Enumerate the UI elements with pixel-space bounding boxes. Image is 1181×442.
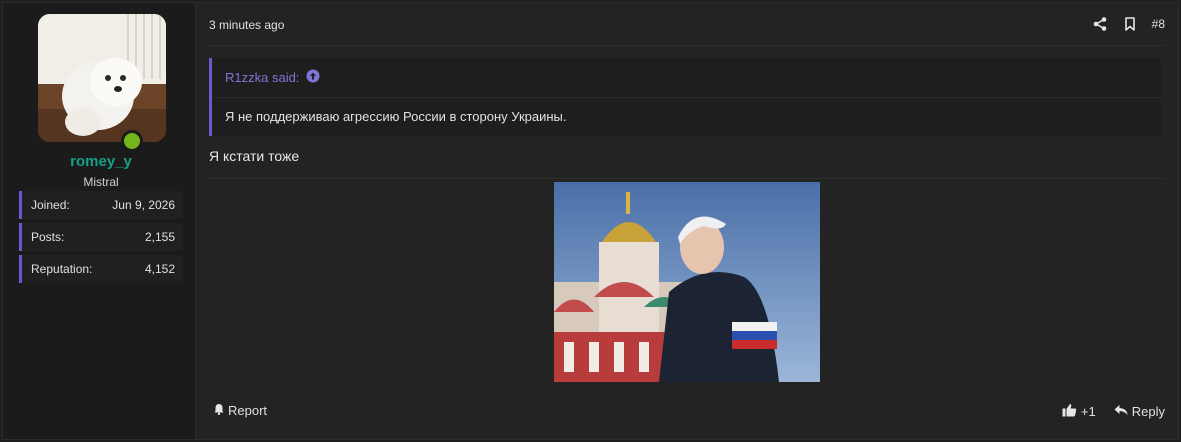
- quote-author-link[interactable]: R1zzka said:: [225, 70, 299, 85]
- stat-label: Reputation:: [31, 262, 93, 276]
- like-button[interactable]: +1: [1062, 403, 1096, 420]
- reply-icon: [1114, 404, 1128, 419]
- forum-post: romey_y Mistral Joined: Jun 9, 2026 Post…: [2, 2, 1179, 440]
- post-date-link[interactable]: 3 minutes ago: [209, 18, 284, 32]
- stat-posts: Posts: 2,155: [19, 223, 183, 251]
- bookmark-icon[interactable]: [1122, 16, 1138, 32]
- username-link[interactable]: romey_y: [3, 153, 199, 170]
- report-label: Report: [228, 403, 268, 418]
- stat-value: Jun 9, 2026: [112, 198, 175, 212]
- stat-value: 2,155: [144, 230, 175, 244]
- user-info-panel: romey_y Mistral Joined: Jun 9, 2026 Post…: [3, 3, 196, 439]
- stat-value: 4,152: [144, 262, 175, 276]
- header-divider: [207, 45, 1165, 46]
- quote-text: Я не поддерживаю агрессию России в сторо…: [225, 109, 567, 124]
- avatar[interactable]: [38, 14, 166, 142]
- post-number-link[interactable]: #8: [1152, 17, 1165, 31]
- quote-block: R1zzka said: Я не поддерживаю агрессию Р…: [209, 58, 1161, 136]
- bell-icon: [213, 403, 225, 418]
- post-footer-actions: +1 Reply: [1062, 403, 1165, 420]
- reply-label: Reply: [1131, 404, 1165, 419]
- stat-label: Posts:: [31, 230, 65, 244]
- arrow-up-circle-icon[interactable]: [306, 69, 320, 86]
- message-text: Я кстати тоже: [209, 148, 300, 164]
- stat-label: Joined:: [31, 198, 70, 212]
- like-count: +1: [1080, 404, 1096, 419]
- attached-photo[interactable]: [554, 182, 820, 382]
- thumbs-up-icon: [1062, 403, 1077, 420]
- quote-header: R1zzka said:: [212, 58, 1161, 98]
- stat-joined: Joined: Jun 9, 2026: [19, 191, 183, 219]
- stat-reputation: Reputation: 4,152: [19, 255, 183, 283]
- reply-button[interactable]: Reply: [1114, 404, 1165, 419]
- report-button[interactable]: Report: [213, 403, 267, 418]
- avatar-container: [38, 14, 166, 152]
- post-content: 3 minutes ago #8 R1zzka said: Я не подде…: [207, 3, 1165, 439]
- share-icon[interactable]: [1092, 16, 1108, 32]
- user-title: Mistral: [83, 175, 119, 189]
- post-header-actions: #8: [1092, 16, 1165, 32]
- online-status-indicator: [121, 130, 143, 152]
- message-divider: [207, 178, 1165, 179]
